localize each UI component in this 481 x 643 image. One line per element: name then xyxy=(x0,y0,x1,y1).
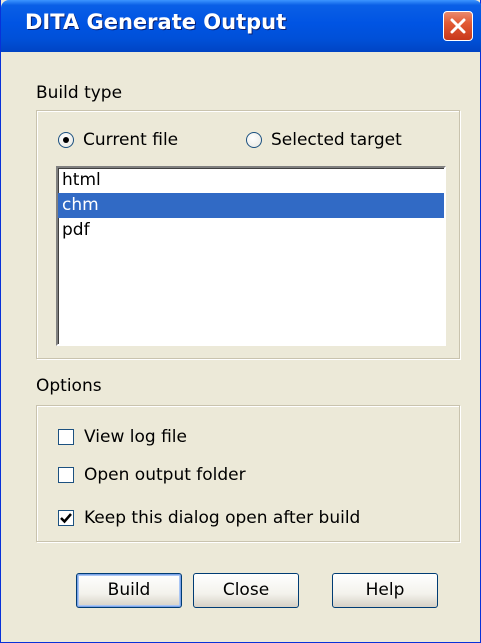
radio-current-file-label: Current file xyxy=(83,130,179,150)
radio-selected-target-label: Selected target xyxy=(271,130,402,150)
checkmark-icon xyxy=(60,513,72,524)
radio-selected-target[interactable]: Selected target xyxy=(246,130,402,150)
view-log-label: View log file xyxy=(84,427,187,447)
view-log-checkbox-row[interactable]: View log file xyxy=(58,427,187,447)
build-button[interactable]: Build xyxy=(76,573,182,608)
close-button[interactable]: Close xyxy=(193,573,299,608)
help-button[interactable]: Help xyxy=(332,573,438,608)
keep-open-label: Keep this dialog open after build xyxy=(84,508,361,528)
radio-current-file[interactable]: Current file xyxy=(58,130,178,150)
radio-selected-target-indicator[interactable] xyxy=(246,132,262,148)
dialog-window: DITA Generate Output Build type Current … xyxy=(0,0,481,643)
radio-current-file-indicator[interactable] xyxy=(58,132,74,148)
open-folder-checkbox[interactable] xyxy=(58,467,74,483)
window-title: DITA Generate Output xyxy=(25,10,287,34)
build-target-list[interactable]: html chm pdf xyxy=(56,166,446,346)
options-label: Options xyxy=(36,376,102,396)
list-item-html[interactable]: html xyxy=(58,168,444,193)
list-item-chm[interactable]: chm xyxy=(58,193,444,218)
close-icon xyxy=(450,18,466,34)
list-item-pdf[interactable]: pdf xyxy=(58,218,444,243)
keep-open-checkbox-row[interactable]: Keep this dialog open after build xyxy=(58,508,360,528)
open-folder-label: Open output folder xyxy=(84,465,246,485)
title-bar[interactable]: DITA Generate Output xyxy=(1,0,481,52)
close-window-button[interactable] xyxy=(443,11,473,41)
view-log-checkbox[interactable] xyxy=(58,429,74,445)
open-folder-checkbox-row[interactable]: Open output folder xyxy=(58,465,246,485)
build-type-label: Build type xyxy=(36,83,123,103)
keep-open-checkbox[interactable] xyxy=(58,510,74,526)
